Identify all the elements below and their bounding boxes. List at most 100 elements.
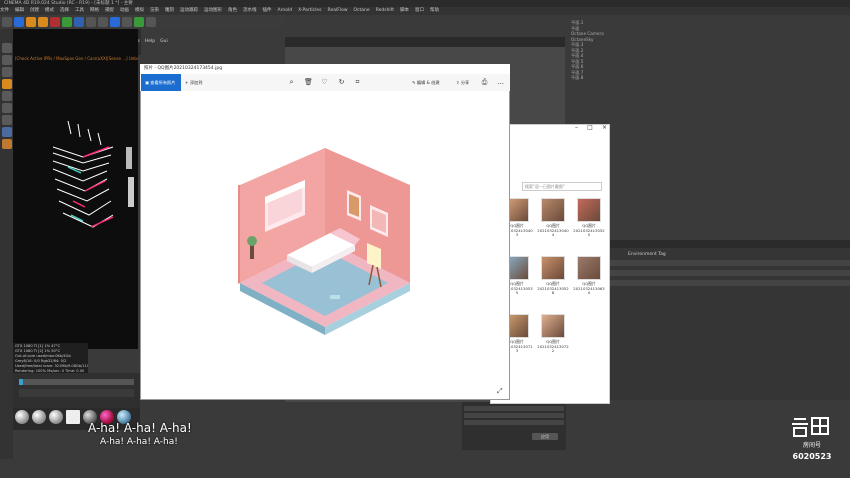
delete-icon[interactable]: 🗑 — [304, 78, 313, 87]
edges-mode-icon[interactable] — [1, 55, 12, 65]
edit-create-button[interactable]: ✎ 编辑 & 创建 — [412, 74, 454, 91]
viewer-menu-item[interactable]: Help — [145, 39, 155, 44]
maximize-icon[interactable]: □ — [587, 124, 593, 134]
print-icon[interactable]: ⎙ — [480, 78, 489, 87]
deformer-icon[interactable] — [146, 17, 156, 27]
menu-item[interactable]: 模拟 — [135, 8, 144, 13]
menu-item[interactable]: 工具 — [75, 8, 84, 13]
menu-item[interactable]: 动画 — [120, 8, 129, 13]
close-icon[interactable]: × — [602, 124, 607, 134]
points-mode-icon[interactable] — [1, 43, 12, 53]
timeline-playhead[interactable] — [19, 379, 23, 385]
file-thumbnail[interactable] — [541, 198, 565, 222]
see-all-photos-label: 查看所有照片 — [150, 80, 176, 85]
zoom-icon[interactable]: ⌕ — [287, 78, 296, 87]
watermark-room-number: 6020523 — [792, 452, 832, 461]
menu-item[interactable]: 运动图形 — [204, 8, 222, 13]
menu-item[interactable]: 雕刻 — [165, 8, 174, 13]
live-viewer-viewport[interactable] — [13, 29, 138, 349]
snap-icon[interactable] — [1, 103, 12, 113]
viewer-menu-item[interactable]: Gui — [160, 39, 168, 44]
wireframe-scene — [52, 120, 134, 228]
menu-item[interactable]: 渲染 — [150, 8, 159, 13]
menu-item[interactable]: X-Particles — [298, 8, 321, 13]
apply-button[interactable]: 应用 — [532, 433, 558, 440]
menu-item[interactable]: Arnold — [278, 8, 293, 13]
texture-mode-icon[interactable] — [1, 91, 12, 101]
favorite-icon[interactable]: ♡ — [320, 78, 329, 87]
menu-item[interactable]: 捕捉 — [105, 8, 114, 13]
material-ball[interactable] — [49, 410, 63, 424]
coordinates-manager — [462, 402, 566, 450]
polygons-mode-icon[interactable] — [1, 67, 12, 77]
attribute-manager — [606, 240, 850, 400]
menu-item[interactable]: 创建 — [30, 8, 39, 13]
menu-item[interactable]: 窗口 — [415, 8, 424, 13]
photos-title: 照片 - QQ图片20210324173454.jpg — [140, 64, 510, 74]
file-name-label: QQ图片2021032413052 5 — [573, 223, 605, 237]
subtitle-line-2: A-ha! A-ha! A-ha! — [100, 437, 178, 447]
menu-item[interactable]: Octane — [354, 8, 370, 13]
z-axis-icon[interactable] — [74, 17, 84, 27]
model-mode-icon[interactable] — [1, 79, 12, 89]
menu-item[interactable]: 选择 — [60, 8, 69, 13]
file-thumbnail[interactable] — [577, 256, 601, 280]
photo-image — [238, 145, 410, 335]
menu-item[interactable]: 脚本 — [400, 8, 409, 13]
douyu-logo-icon — [792, 417, 829, 437]
minimize-icon[interactable]: – — [575, 124, 578, 134]
editor-tabbar — [285, 37, 565, 47]
material-ball[interactable] — [32, 410, 46, 424]
more-icon[interactable]: … — [496, 78, 505, 87]
render-view-icon[interactable] — [98, 17, 108, 27]
undo-icon[interactable] — [2, 17, 12, 27]
see-all-photos-button[interactable]: ▣ 查看所有照片 — [141, 74, 181, 91]
menu-item[interactable]: RealFlow — [328, 8, 348, 13]
environment-tag-tab[interactable]: Environment Tag — [628, 252, 666, 257]
menu-item[interactable]: 网格 — [90, 8, 99, 13]
share-button[interactable]: ⇪ 分享 — [456, 74, 480, 91]
expand-icon[interactable]: ⤢ — [497, 387, 505, 395]
watermark-room-label: 房间号 — [802, 442, 821, 449]
menu-item[interactable]: 模式 — [45, 8, 54, 13]
workplane-icon[interactable] — [1, 115, 12, 125]
add-to-button[interactable]: + 添加到 — [183, 74, 223, 91]
file-thumbnail[interactable] — [577, 198, 601, 222]
move-icon[interactable] — [14, 17, 24, 27]
menu-item[interactable]: 角色 — [228, 8, 237, 13]
y-axis-icon[interactable] — [62, 17, 72, 27]
object-tree-item[interactable]: 平面.8 — [571, 75, 850, 81]
material-ball[interactable] — [15, 410, 29, 424]
nurbs-icon[interactable] — [134, 17, 144, 27]
menu-item[interactable]: Redshift — [376, 8, 394, 13]
scale-icon[interactable] — [26, 17, 36, 27]
render-icon[interactable] — [86, 17, 96, 27]
file-thumbnail[interactable] — [541, 256, 565, 280]
paint-icon[interactable] — [1, 139, 12, 149]
explorer-search-input[interactable]: 搜索"逗一已图片截图" — [522, 182, 602, 191]
left-toolbar — [0, 29, 13, 459]
cube-icon[interactable] — [110, 17, 120, 27]
spline-icon[interactable] — [122, 17, 132, 27]
menu-item[interactable]: 运动跟踪 — [180, 8, 198, 13]
subtitle-line-1: A-ha! A-ha! A-ha! — [88, 421, 192, 435]
menu-item[interactable]: 文件 — [0, 8, 9, 13]
x-axis-icon[interactable] — [50, 17, 60, 27]
menu-item[interactable]: 编辑 — [15, 8, 24, 13]
solo-icon[interactable] — [1, 127, 12, 137]
viewer-status: [Check Active IPRs / MaxSpos Gen / Cars(… — [15, 56, 138, 61]
file-thumbnail[interactable] — [541, 314, 565, 338]
menu-item[interactable]: 帮助 — [430, 8, 439, 13]
rotate-icon[interactable] — [38, 17, 48, 27]
material-ball[interactable] — [66, 410, 80, 424]
file-name-label: QQ图片2021032413052 8 — [537, 281, 569, 295]
menu-item[interactable]: 插件 — [263, 8, 272, 13]
crop-icon[interactable]: ⌗ — [353, 78, 362, 87]
add-to-label: 添加到 — [189, 80, 203, 85]
rotate-icon[interactable]: ↻ — [337, 78, 346, 87]
timeline[interactable] — [13, 373, 140, 408]
file-name-label: QQ图片2021032413063 0 — [573, 281, 605, 295]
render-stats: GTX 1080 TI [1] 1% 47°C GTX 1080 TI [2] 1… — [13, 343, 88, 373]
menu-item[interactable]: 流水线 — [243, 8, 257, 13]
edit-create-label: 编辑 & 创建 — [416, 80, 440, 85]
